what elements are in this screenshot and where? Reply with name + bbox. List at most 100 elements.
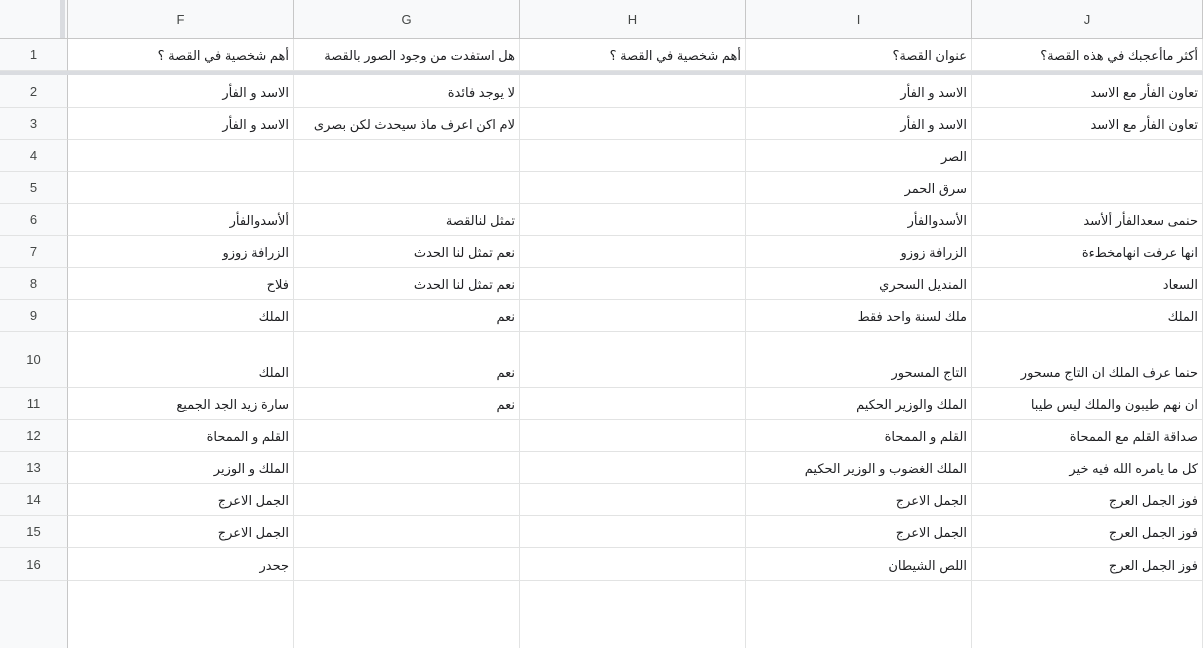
cell-h[interactable] bbox=[520, 452, 746, 484]
cell-h[interactable] bbox=[520, 332, 746, 388]
cell-g[interactable] bbox=[294, 140, 520, 172]
cell-f[interactable]: الزرافة زوزو bbox=[68, 236, 294, 268]
empty-cell[interactable] bbox=[294, 581, 520, 648]
cell-i[interactable]: المنديل السحري bbox=[746, 268, 972, 300]
cell-h[interactable] bbox=[520, 484, 746, 516]
cell-h[interactable] bbox=[520, 172, 746, 204]
cell-f[interactable] bbox=[68, 172, 294, 204]
row-header[interactable]: 8 bbox=[0, 268, 68, 300]
column-header-i[interactable]: I bbox=[746, 0, 972, 39]
cell-i[interactable]: الأسدوالفأر bbox=[746, 204, 972, 236]
cell-j[interactable]: انها عرفت انهامخطءة bbox=[972, 236, 1203, 268]
row-header[interactable]: 15 bbox=[0, 516, 68, 548]
cell-i[interactable]: الصر bbox=[746, 140, 972, 172]
cell-g[interactable]: تمثل لنالقصة bbox=[294, 204, 520, 236]
cell-h[interactable] bbox=[520, 300, 746, 332]
column-header-g[interactable]: G bbox=[294, 0, 520, 39]
cell-g[interactable]: نعم bbox=[294, 388, 520, 420]
cell-h[interactable] bbox=[520, 516, 746, 548]
cell-f[interactable]: الملك bbox=[68, 332, 294, 388]
cell-i[interactable]: القلم و الممحاة bbox=[746, 420, 972, 452]
cell-i[interactable]: الاسد و الفأر bbox=[746, 75, 972, 108]
cell-f[interactable]: سارة زيد الجد الجميع bbox=[68, 388, 294, 420]
row-header[interactable]: 2 bbox=[0, 75, 68, 108]
cell-f[interactable]: الجمل الاعرج bbox=[68, 484, 294, 516]
row-header[interactable]: 3 bbox=[0, 108, 68, 140]
cell-h[interactable] bbox=[520, 140, 746, 172]
row-header[interactable]: 10 bbox=[0, 332, 68, 388]
row-header[interactable]: 5 bbox=[0, 172, 68, 204]
cell-j[interactable] bbox=[972, 140, 1203, 172]
cell-f[interactable]: فلاح bbox=[68, 268, 294, 300]
empty-cell[interactable] bbox=[68, 581, 294, 648]
cell-g[interactable]: نعم bbox=[294, 300, 520, 332]
cell-h[interactable] bbox=[520, 108, 746, 140]
cell-j[interactable]: تعاون الفأر مع الاسد bbox=[972, 75, 1203, 108]
cell-h[interactable] bbox=[520, 75, 746, 108]
row-header[interactable]: 11 bbox=[0, 388, 68, 420]
cell-f[interactable]: الملك و الوزير bbox=[68, 452, 294, 484]
cell-h[interactable] bbox=[520, 388, 746, 420]
cell-i[interactable]: الجمل الاعرج bbox=[746, 484, 972, 516]
cell-f[interactable]: القلم و الممحاة bbox=[68, 420, 294, 452]
cell-h[interactable] bbox=[520, 204, 746, 236]
row-header[interactable]: 13 bbox=[0, 452, 68, 484]
cell-f[interactable] bbox=[68, 140, 294, 172]
cell-f[interactable]: ألأسدوالفأر bbox=[68, 204, 294, 236]
frozen-row-divider[interactable] bbox=[0, 71, 1203, 75]
cell-j[interactable]: فوز الجمل العرج bbox=[972, 484, 1203, 516]
cell-i[interactable]: الملك والوزير الحكيم bbox=[746, 388, 972, 420]
cell-j[interactable]: ان نهم طيبون والملك ليس طيبا bbox=[972, 388, 1203, 420]
empty-cell[interactable] bbox=[520, 581, 746, 648]
cell-g[interactable] bbox=[294, 548, 520, 581]
cell-j[interactable]: كل ما يامره الله فيه خير bbox=[972, 452, 1203, 484]
row-header[interactable]: 6 bbox=[0, 204, 68, 236]
cell-j[interactable]: السعاد bbox=[972, 268, 1203, 300]
cell-f[interactable]: أهم شخصية في القصة ؟ bbox=[68, 39, 294, 71]
column-header-h[interactable]: H bbox=[520, 0, 746, 39]
cell-j[interactable]: فوز الجمل العرج bbox=[972, 548, 1203, 581]
cell-f[interactable]: الملك bbox=[68, 300, 294, 332]
cell-i[interactable]: عنوان القصة؟ bbox=[746, 39, 972, 71]
cell-h[interactable]: أهم شخصية في القصة ؟ bbox=[520, 39, 746, 71]
cell-g[interactable]: لا يوجد فائدة bbox=[294, 75, 520, 108]
empty-cell[interactable] bbox=[972, 581, 1203, 648]
cell-i[interactable]: التاج المسحور bbox=[746, 332, 972, 388]
column-header-f[interactable]: F bbox=[68, 0, 294, 39]
cell-g[interactable]: نعم تمثل لنا الحدث bbox=[294, 236, 520, 268]
cell-j[interactable]: تعاون الفأر مع الاسد bbox=[972, 108, 1203, 140]
row-header[interactable]: 9 bbox=[0, 300, 68, 332]
cell-g[interactable] bbox=[294, 484, 520, 516]
cell-f[interactable]: الاسد و الفأر bbox=[68, 75, 294, 108]
cell-g[interactable]: لام اكن اعرف ماذ سيحدث لكن بصرى bbox=[294, 108, 520, 140]
cell-h[interactable] bbox=[520, 268, 746, 300]
row-header[interactable]: 4 bbox=[0, 140, 68, 172]
cell-j[interactable]: حنمى سعدالفأر ألأسد bbox=[972, 204, 1203, 236]
cell-g[interactable] bbox=[294, 420, 520, 452]
cell-j[interactable]: أكثر ماأعجبك في هذه القصة؟ bbox=[972, 39, 1203, 71]
cell-j[interactable]: حنما عرف الملك ان التاج مسحور bbox=[972, 332, 1203, 388]
row-header[interactable]: 1 bbox=[0, 39, 68, 71]
select-all-corner[interactable] bbox=[0, 0, 68, 39]
row-header[interactable]: 12 bbox=[0, 420, 68, 452]
column-header-j[interactable]: J bbox=[972, 0, 1203, 39]
cell-g[interactable]: هل استفدت من وجود الصور بالقصة bbox=[294, 39, 520, 71]
cell-g[interactable] bbox=[294, 516, 520, 548]
row-header[interactable]: 14 bbox=[0, 484, 68, 516]
cell-i[interactable]: الجمل الاعرج bbox=[746, 516, 972, 548]
cell-g[interactable]: نعم تمثل لنا الحدث bbox=[294, 268, 520, 300]
cell-h[interactable] bbox=[520, 548, 746, 581]
cell-i[interactable]: الملك الغضوب و الوزير الحكيم bbox=[746, 452, 972, 484]
cell-i[interactable]: الاسد و الفأر bbox=[746, 108, 972, 140]
empty-cell[interactable] bbox=[746, 581, 972, 648]
cell-j[interactable]: فوز الجمل العرج bbox=[972, 516, 1203, 548]
row-header[interactable]: 7 bbox=[0, 236, 68, 268]
cell-j[interactable]: الملك bbox=[972, 300, 1203, 332]
cell-f[interactable]: جحدر bbox=[68, 548, 294, 581]
row-header[interactable]: 16 bbox=[0, 548, 68, 581]
cell-g[interactable] bbox=[294, 452, 520, 484]
cell-h[interactable] bbox=[520, 420, 746, 452]
cell-i[interactable]: اللص الشيطان bbox=[746, 548, 972, 581]
cell-i[interactable]: الزرافة زوزو bbox=[746, 236, 972, 268]
cell-f[interactable]: الجمل الاعرج bbox=[68, 516, 294, 548]
